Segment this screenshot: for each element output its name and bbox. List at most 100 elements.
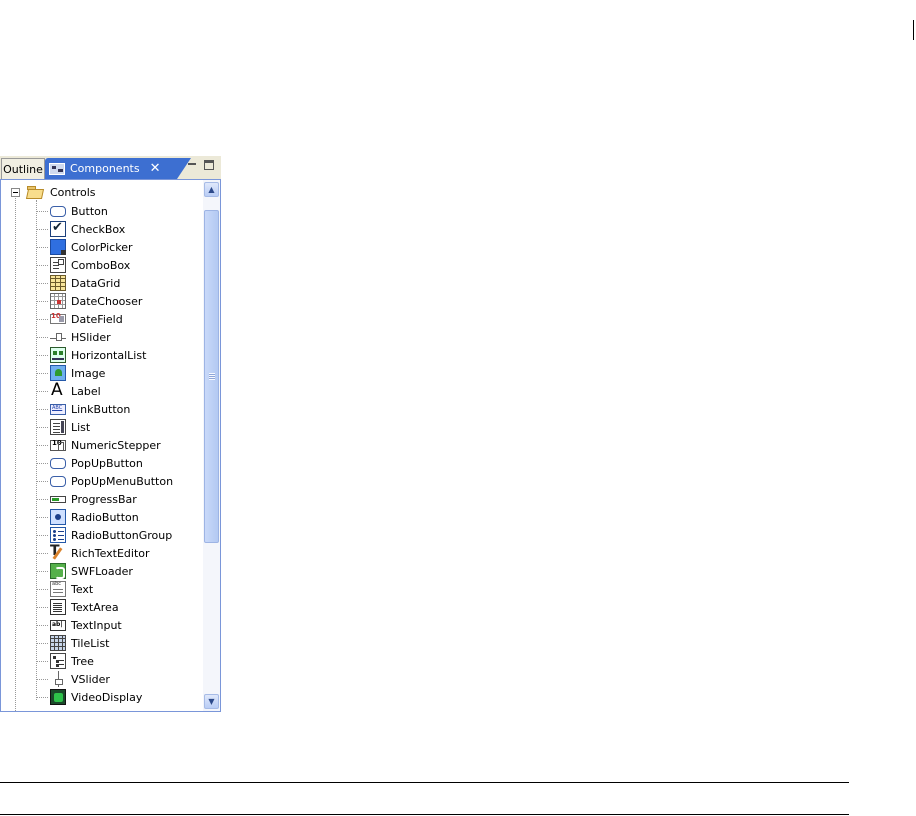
tree-item-label: ProgressBar [71, 492, 137, 506]
tree-item-radiobuttongroup[interactable]: RadioButtonGroup [37, 526, 172, 544]
tree-item-label: Text [71, 582, 94, 596]
popupmenubutton-icon [50, 475, 66, 487]
tab-outline-label: Outline [3, 162, 43, 176]
tree-item-hslider[interactable]: HSlider [37, 328, 111, 346]
linkbutton-icon [50, 403, 66, 415]
tree-item-horizontallist[interactable]: HorizontalList [37, 346, 146, 364]
scroll-up-icon[interactable]: ▲ [204, 182, 219, 197]
swfloader-icon [50, 563, 66, 579]
tree-item-popupmenubutton[interactable]: PopUpMenuButton [37, 472, 173, 490]
popupbutton-icon [50, 457, 66, 469]
tree-item-label: ComboBox [71, 258, 131, 272]
button-icon [50, 205, 66, 217]
components-view: Outline Components ✕ Controls Button Che… [0, 156, 221, 712]
tree-item-label: DateField [71, 312, 123, 326]
tree-item-label: DateChooser [71, 294, 143, 308]
datefield-icon [50, 312, 66, 324]
tree-item-datechooser[interactable]: DateChooser [37, 292, 142, 310]
radiobuttongroup-icon [50, 527, 66, 543]
tree-item-linkbutton[interactable]: LinkButton [37, 400, 130, 418]
tree-guide-line [15, 195, 16, 711]
tree-item-label: CheckBox [71, 222, 126, 236]
tree-node-label: Controls [50, 185, 96, 199]
scroll-down-icon[interactable]: ▼ [204, 694, 219, 709]
tree-item-label: Tree [71, 654, 94, 668]
tree-item-label: PopUpButton [71, 456, 143, 470]
tree-item-colorpicker[interactable]: ColorPicker [37, 238, 132, 256]
tree-node-controls[interactable]: Controls [11, 183, 96, 201]
tree-item-swfloader[interactable]: SWFLoader [37, 562, 133, 580]
tree-item-label: TileList [71, 636, 110, 650]
components-tree-panel: Controls Button CheckBox ColorPicker Com… [0, 179, 221, 712]
folder-open-icon [27, 186, 43, 198]
tree-item-label: Label [71, 384, 101, 398]
videodisplay-icon [50, 689, 66, 705]
tree-item-radiobutton[interactable]: RadioButton [37, 508, 139, 526]
tree-item-videodisplay[interactable]: VideoDisplay [37, 688, 142, 706]
textinput-icon [50, 619, 66, 631]
tree-item-label: ColorPicker [71, 240, 133, 254]
tree-item-tilelist[interactable]: TileList [37, 634, 110, 652]
collapse-icon[interactable] [11, 187, 20, 197]
tree-item-numericstepper[interactable]: NumericStepper [37, 436, 161, 454]
tree-item-label: RichTextEditor [71, 546, 150, 560]
tree-icon [50, 653, 66, 669]
text-icon [50, 581, 66, 597]
tree-item-label[interactable]: Label [37, 380, 101, 400]
tab-components-label: Components [70, 162, 140, 175]
tree-item-textinput[interactable]: TextInput [37, 616, 122, 634]
tree-item-label: List [71, 420, 91, 434]
tree-item-list[interactable]: List [37, 418, 90, 436]
tree-item-label: LinkButton [71, 402, 131, 416]
combobox-icon [50, 257, 66, 273]
tree-item-image[interactable]: Image [37, 364, 105, 382]
progressbar-icon [50, 495, 66, 503]
horizontallist-icon [50, 347, 66, 363]
scrollbar-grip-icon [209, 373, 215, 380]
tree-item-label: VideoDisplay [71, 690, 143, 704]
tree-item-label: PopUpMenuButton [71, 474, 174, 488]
tree-item-label: HSlider [71, 330, 111, 344]
tree-item-label: TextInput [71, 618, 122, 632]
tree-item-label: DataGrid [71, 276, 121, 290]
tree-item-textarea[interactable]: TextArea [37, 598, 119, 616]
list-icon [50, 419, 66, 435]
tree-item-progressbar[interactable]: ProgressBar [37, 490, 137, 508]
tab-outline[interactable]: Outline [1, 158, 45, 179]
vslider-icon [50, 671, 66, 687]
components-tree: Controls Button CheckBox ColorPicker Com… [1, 180, 203, 711]
checkbox-icon [50, 220, 66, 237]
tree-item-tree[interactable]: Tree [37, 652, 94, 670]
colorpicker-icon [50, 239, 66, 255]
tree-item-label: HorizontalList [71, 348, 147, 362]
tree-item-vslider[interactable]: VSlider [37, 670, 110, 688]
maximize-icon[interactable] [204, 160, 214, 170]
minimize-icon[interactable] [187, 161, 197, 169]
tree-item-checkbox[interactable]: CheckBox [37, 220, 125, 238]
tree-item-text[interactable]: Text [37, 580, 93, 598]
textarea-icon [50, 599, 66, 615]
tree-item-datefield[interactable]: DateField [37, 310, 123, 328]
label-icon [50, 380, 66, 400]
vertical-scrollbar[interactable]: ▲ ▼ [203, 180, 220, 711]
tree-item-label: SWFLoader [71, 564, 133, 578]
scrollbar-thumb[interactable] [204, 210, 219, 543]
hslider-icon [50, 329, 66, 345]
tree-item-popupbutton[interactable]: PopUpButton [37, 454, 143, 472]
datagrid-icon [50, 275, 66, 291]
page-edge-mark [913, 20, 914, 40]
tree-item-label: VSlider [71, 672, 110, 686]
tree-item-richtexteditor[interactable]: RichTextEditor [37, 543, 150, 562]
radiobutton-icon [50, 509, 66, 525]
divider-line [0, 782, 849, 783]
tab-bar: Outline Components ✕ [0, 156, 221, 179]
tree-item-label: RadioButton [71, 510, 139, 524]
image-icon [50, 365, 66, 381]
tree-item-combobox[interactable]: ComboBox [37, 256, 130, 274]
tree-item-datagrid[interactable]: DataGrid [37, 274, 120, 292]
tree-item-label: NumericStepper [71, 438, 161, 452]
tree-item-label: Button [71, 204, 108, 218]
tree-item-button[interactable]: Button [37, 202, 108, 220]
close-icon[interactable]: ✕ [150, 161, 161, 176]
tab-components[interactable]: Components ✕ [45, 158, 191, 179]
